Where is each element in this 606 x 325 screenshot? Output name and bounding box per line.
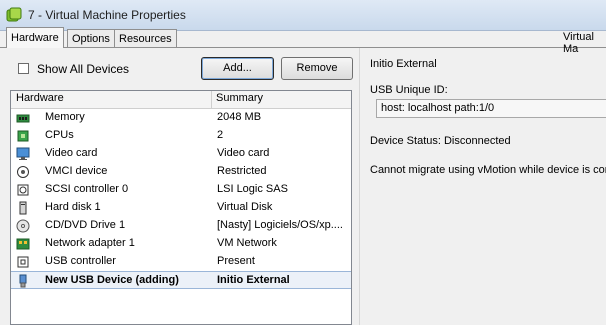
usb-unique-id-label: USB Unique ID:: [370, 84, 448, 96]
row-name: Network adapter 1: [45, 237, 135, 249]
row-name: New USB Device (adding): [45, 274, 179, 286]
row-summary: VM Network: [217, 237, 277, 249]
row-name: Hard disk 1: [45, 201, 101, 213]
cpu-icon: [17, 130, 29, 142]
column-header-summary[interactable]: Summary: [216, 92, 263, 104]
row-summary: [Nasty] Logiciels/OS/xp....: [217, 219, 343, 231]
table-row-memory[interactable]: Memory 2048 MB: [11, 109, 351, 127]
row-summary: 2048 MB: [217, 111, 262, 123]
add-button[interactable]: Add...: [201, 57, 274, 80]
usb-unique-id-value: host: localhost path:1/0: [381, 102, 495, 114]
row-summary: LSI Logic SAS: [217, 183, 288, 195]
disk-icon: [19, 201, 27, 215]
title-bar: 7 - Virtual Machine Properties: [0, 0, 606, 31]
tab-options[interactable]: Options: [67, 29, 115, 47]
vm-name-label: Virtual Ma: [563, 31, 594, 55]
window-title: 7 - Virtual Machine Properties: [28, 8, 186, 22]
device-title: Initio External: [370, 58, 437, 70]
table-row-hard-disk[interactable]: Hard disk 1 Virtual Disk: [11, 199, 351, 217]
row-name: Memory: [45, 111, 85, 123]
row-name: SCSI controller 0: [45, 183, 129, 195]
tab-divider: [0, 47, 606, 48]
table-row-scsi-controller[interactable]: SCSI controller 0 LSI Logic SAS: [11, 181, 351, 199]
row-name: CD/DVD Drive 1: [45, 219, 126, 231]
usb-controller-icon: [17, 256, 29, 268]
row-summary: 2: [217, 129, 224, 141]
column-divider[interactable]: [211, 91, 212, 108]
row-summary: Present: [217, 255, 255, 267]
memory-icon: [16, 114, 30, 123]
column-header-hardware[interactable]: Hardware: [16, 92, 64, 104]
table-row-new-usb-device[interactable]: New USB Device (adding) Initio External: [11, 271, 351, 289]
table-row-video-card[interactable]: Video card Video card: [11, 145, 351, 163]
usb-device-icon: [19, 274, 27, 288]
show-all-devices-label[interactable]: Show All Devices: [37, 62, 129, 76]
vmci-icon: [17, 166, 29, 178]
table-row-usb-controller[interactable]: USB controller Present: [11, 253, 351, 271]
row-summary: Video card: [217, 147, 270, 159]
cd-icon: [16, 219, 30, 233]
table-header: Hardware Summary: [11, 91, 351, 109]
scsi-icon: [17, 184, 29, 196]
remove-button[interactable]: Remove: [281, 57, 353, 80]
device-status-text: Device Status: Disconnected: [370, 135, 511, 147]
table-row-cd-dvd[interactable]: CD/DVD Drive 1 [Nasty] Logiciels/OS/xp..…: [11, 217, 351, 235]
row-name: CPUs: [45, 129, 74, 141]
row-name: VMCI device: [45, 165, 108, 177]
network-icon: [16, 238, 30, 250]
table-row-network-adapter[interactable]: Network adapter 1 VM Network: [11, 235, 351, 253]
vmotion-warning-text: Cannot migrate using vMotion while devic…: [370, 164, 606, 176]
tab-resources[interactable]: Resources: [114, 29, 177, 47]
table-row-cpus[interactable]: CPUs 2: [11, 127, 351, 145]
row-summary: Initio External: [217, 274, 290, 286]
usb-unique-id-field[interactable]: host: localhost path:1/0: [376, 99, 606, 118]
panel-divider: [359, 48, 360, 325]
show-all-devices-checkbox[interactable]: [18, 63, 29, 74]
monitor-icon: [16, 147, 30, 160]
row-name: USB controller: [45, 255, 116, 267]
hardware-table: Hardware Summary Memory 2048 MB CPUs 2 V…: [10, 90, 352, 325]
table-row-vmci-device[interactable]: VMCI device Restricted: [11, 163, 351, 181]
row-name: Video card: [45, 147, 98, 159]
row-summary: Restricted: [217, 165, 267, 177]
tab-hardware[interactable]: Hardware: [6, 27, 64, 48]
row-summary: Virtual Disk: [217, 201, 273, 213]
vm-app-icon: [6, 7, 22, 22]
